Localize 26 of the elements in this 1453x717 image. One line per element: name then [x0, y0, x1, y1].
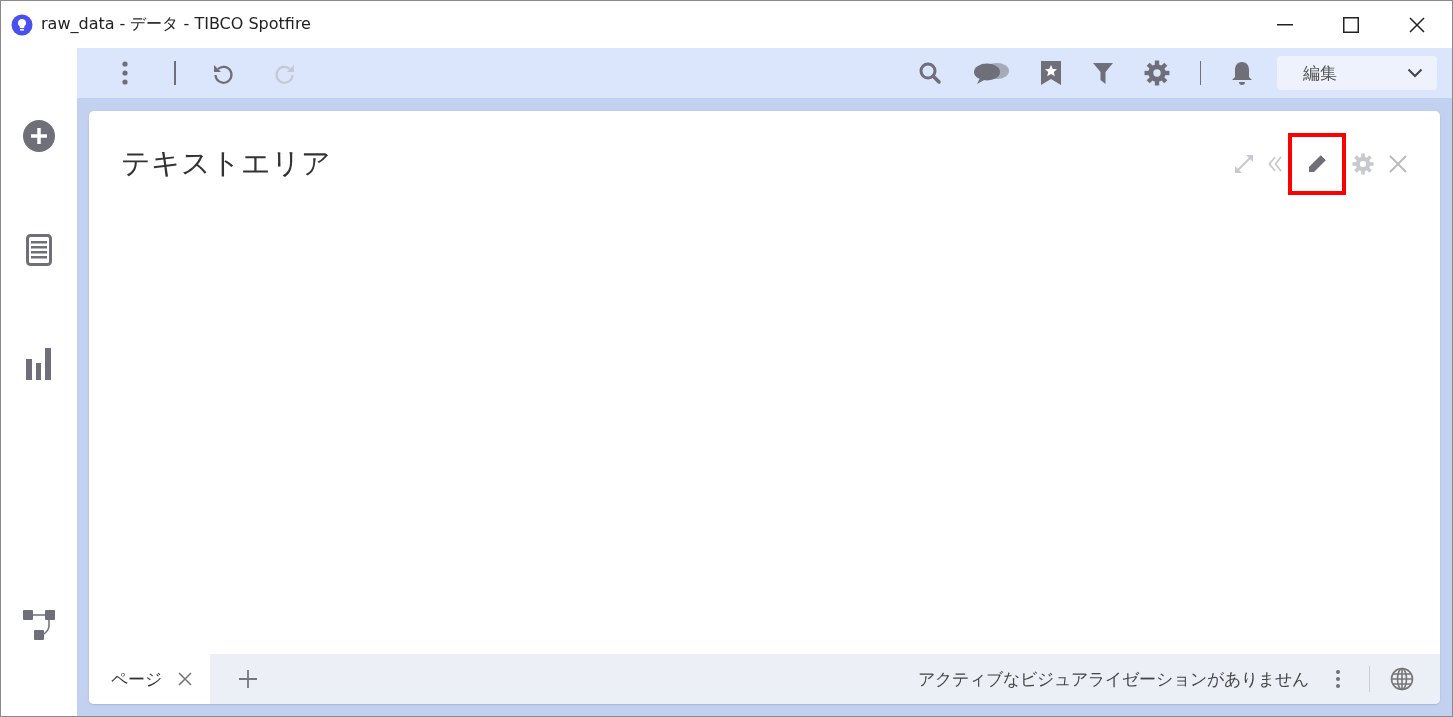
close-tab-icon[interactable]	[178, 672, 192, 686]
bookmark-star-icon[interactable]	[1039, 60, 1062, 86]
more-menu-icon[interactable]	[122, 61, 128, 85]
settings-icon[interactable]	[1143, 60, 1170, 86]
notification-bell-icon[interactable]	[1231, 60, 1253, 86]
data-table-icon[interactable]	[26, 234, 52, 266]
minimize-icon[interactable]	[1277, 23, 1293, 26]
globe-icon[interactable]	[1390, 667, 1414, 691]
add-page-icon[interactable]	[238, 669, 258, 689]
more-menu-icon[interactable]	[1335, 669, 1341, 689]
chevron-down-icon	[1407, 68, 1423, 78]
page-tab[interactable]: ページ	[89, 654, 210, 704]
pencil-icon[interactable]	[1306, 153, 1328, 175]
speech-bubbles-icon[interactable]	[971, 61, 1010, 85]
hierarchy-diagram-icon[interactable]	[23, 610, 55, 642]
lightbulb-logo-icon	[11, 13, 33, 36]
filter-icon[interactable]	[1091, 61, 1114, 85]
mode-dropdown[interactable]: 編集	[1277, 56, 1437, 90]
window-title: raw_data - データ - TIBCO Spotfire	[41, 14, 312, 35]
add-icon[interactable]	[23, 120, 55, 152]
maximize-icon[interactable]	[1343, 16, 1359, 33]
close-icon[interactable]	[1409, 16, 1425, 33]
panel-title: テキストエリア	[121, 145, 332, 182]
bar-chart-icon[interactable]	[26, 348, 52, 380]
search-icon[interactable]	[917, 61, 942, 85]
status-message: アクティブなビジュアライゼーションがありません	[918, 667, 1309, 691]
